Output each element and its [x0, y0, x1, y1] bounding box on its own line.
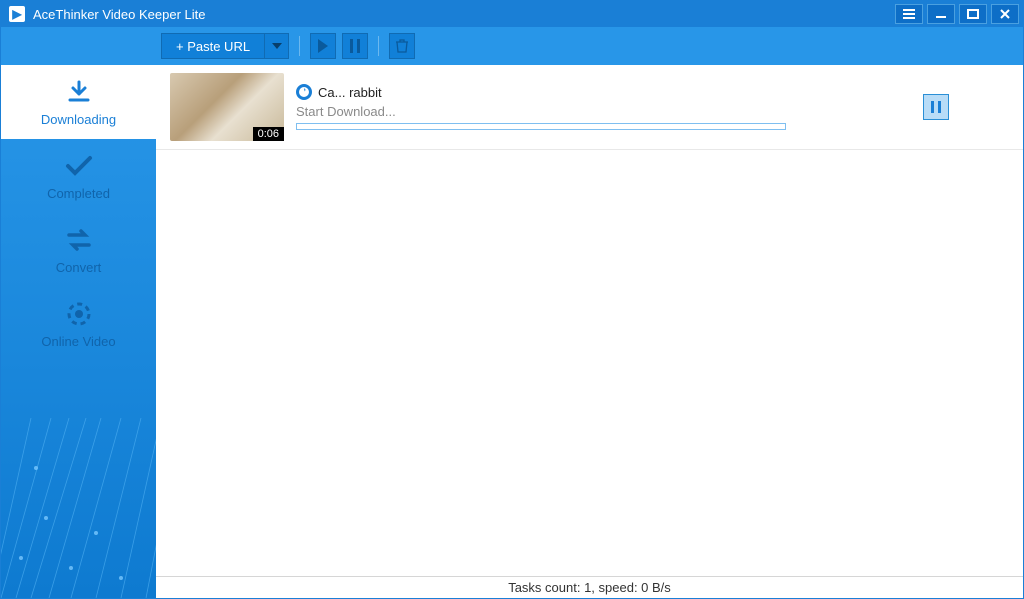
hamburger-icon: [902, 8, 916, 20]
maximize-button[interactable]: [959, 4, 987, 24]
toolbar-separator: [378, 36, 379, 56]
task-status: Start Download...: [296, 104, 911, 119]
main-panel: 0:06 Ca... rabbit Start Download...: [156, 65, 1023, 598]
sidebar: Downloading Completed Convert Online Vid…: [1, 65, 156, 598]
task-pause-button[interactable]: [923, 94, 949, 120]
status-bar: Tasks count: 1, speed: 0 B/s: [156, 576, 1023, 598]
toolbar-separator: [299, 36, 300, 56]
app-title: AceThinker Video Keeper Lite: [33, 7, 895, 22]
start-all-button[interactable]: [310, 33, 336, 59]
toolbar: + Paste URL: [1, 27, 1023, 65]
task-row[interactable]: 0:06 Ca... rabbit Start Download...: [156, 65, 1023, 150]
trash-icon: [395, 39, 409, 53]
delete-button[interactable]: [389, 33, 415, 59]
maximize-icon: [966, 8, 980, 20]
pause-all-button[interactable]: [342, 33, 368, 59]
convert-icon: [65, 226, 93, 254]
paste-url-button[interactable]: + Paste URL: [162, 34, 264, 58]
menu-button[interactable]: [895, 4, 923, 24]
minimize-icon: [934, 8, 948, 20]
play-icon: [317, 39, 329, 53]
sidebar-decoration: [1, 418, 156, 598]
sidebar-item-completed[interactable]: Completed: [1, 139, 156, 213]
close-icon: [998, 8, 1012, 20]
task-progress-bar: [296, 123, 786, 130]
source-badge-icon: [296, 84, 312, 100]
minimize-button[interactable]: [927, 4, 955, 24]
task-thumbnail: 0:06: [170, 73, 284, 141]
download-icon: [65, 78, 93, 106]
task-title: Ca... rabbit: [318, 85, 382, 100]
pause-icon: [931, 101, 941, 113]
sidebar-item-label: Downloading: [41, 112, 116, 127]
close-button[interactable]: [991, 4, 1019, 24]
check-icon: [65, 152, 93, 180]
title-bar: ▶ AceThinker Video Keeper Lite: [1, 1, 1023, 27]
sidebar-item-online-video[interactable]: Online Video: [1, 287, 156, 361]
video-duration: 0:06: [253, 127, 284, 141]
app-logo-icon: ▶: [9, 6, 25, 22]
status-text: Tasks count: 1, speed: 0 B/s: [508, 580, 671, 595]
pause-icon: [350, 39, 360, 53]
paste-url-dropdown[interactable]: [264, 34, 288, 58]
task-list: 0:06 Ca... rabbit Start Download...: [156, 65, 1023, 576]
sidebar-item-label: Online Video: [41, 334, 115, 349]
sidebar-item-label: Completed: [47, 186, 110, 201]
globe-icon: [65, 300, 93, 328]
sidebar-item-convert[interactable]: Convert: [1, 213, 156, 287]
sidebar-item-label: Convert: [56, 260, 102, 275]
sidebar-item-downloading[interactable]: Downloading: [1, 65, 156, 139]
chevron-down-icon: [272, 43, 282, 49]
